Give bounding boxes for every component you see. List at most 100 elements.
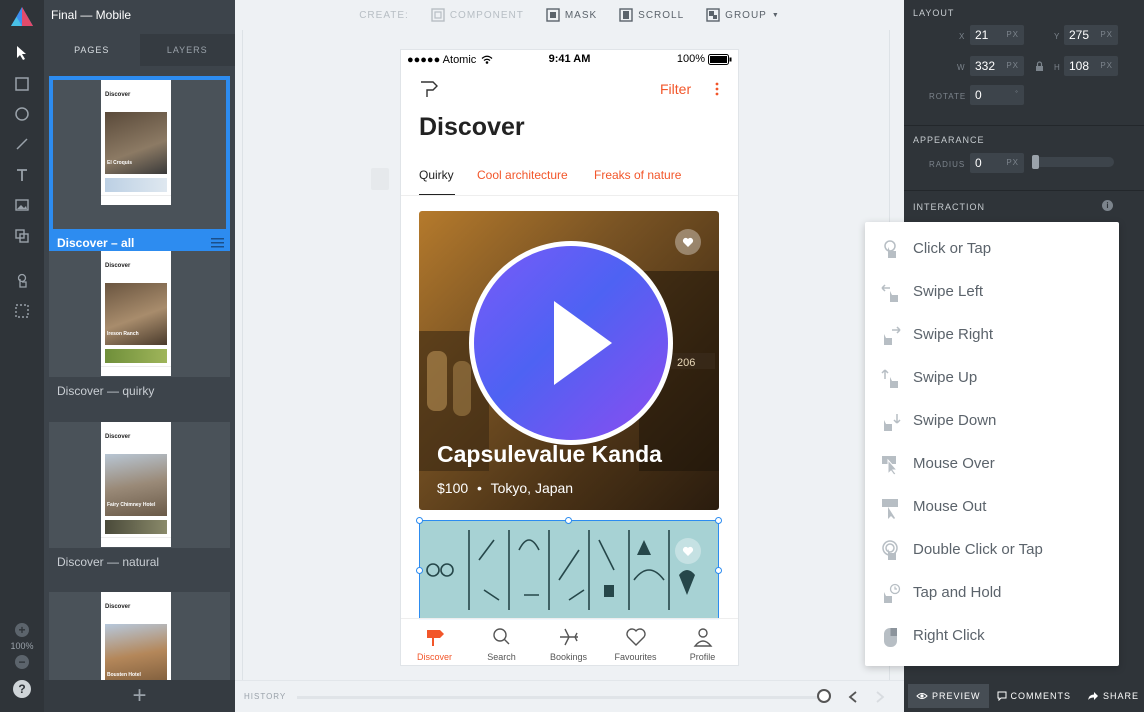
favourite-button[interactable] — [675, 229, 701, 255]
layout-section-title: LAYOUT — [913, 8, 955, 18]
component-button[interactable]: COMPONENT — [431, 8, 524, 22]
nav-favourites[interactable]: Favourites — [602, 619, 669, 665]
image-tool-icon[interactable] — [11, 194, 33, 216]
inspector-actions: PREVIEW COMMENTS SHARE — [904, 680, 1144, 712]
tab-freaks-of-nature[interactable]: Freaks of nature — [594, 168, 681, 182]
resize-handle[interactable] — [416, 517, 423, 524]
zoom-out-button[interactable]: − — [15, 655, 29, 669]
nav-discover[interactable]: Discover — [401, 619, 468, 665]
height-field[interactable]: 108 PX — [1064, 56, 1118, 76]
mask-button[interactable]: MASK — [546, 8, 597, 22]
history-knob[interactable] — [817, 689, 831, 703]
tool-sidebar: + 100% − ? — [0, 0, 44, 712]
nav-bookings[interactable]: Bookings — [535, 619, 602, 665]
listing-price: $100 — [437, 480, 469, 496]
history-label: HISTORY — [244, 692, 287, 701]
listing-name: Capsulevalue Kanda — [437, 441, 662, 467]
tap-hold-icon — [884, 583, 901, 603]
battery-icon — [708, 53, 732, 65]
nav-profile[interactable]: Profile — [669, 619, 736, 665]
tab-quirky[interactable]: Quirky — [419, 168, 454, 182]
interaction-mouse-over[interactable]: Mouse Over — [865, 442, 1119, 485]
radius-slider-knob[interactable] — [1032, 155, 1039, 169]
divider — [401, 195, 738, 196]
sign-number: 206 — [677, 357, 695, 369]
preview-button[interactable]: PREVIEW — [908, 684, 989, 708]
mouse-out-icon — [882, 499, 898, 519]
listing-location: Tokyo, Japan — [490, 480, 574, 496]
interaction-right-click[interactable]: Right Click — [865, 614, 1119, 657]
interaction-swipe-down[interactable]: Swipe Down — [865, 399, 1119, 442]
chevron-right-icon[interactable] — [875, 690, 885, 704]
filter-button[interactable]: Filter — [660, 81, 691, 97]
listing-meta: $100 • Tokyo, Japan — [437, 480, 574, 496]
page-item[interactable]: Discover El Croquis Discover – all — [49, 76, 230, 257]
hotspot-tool-icon[interactable] — [11, 300, 33, 322]
scroll-button[interactable]: SCROLL — [619, 8, 684, 22]
tab-cool-architecture[interactable]: Cool architecture — [477, 168, 568, 182]
x-field[interactable]: 21 PX — [970, 25, 1024, 45]
page-label: Discover — quirky — [57, 384, 155, 398]
airplane-icon — [560, 628, 578, 646]
interaction-click-or-tap[interactable]: Click or Tap — [865, 227, 1119, 270]
resize-handle[interactable] — [715, 567, 722, 574]
swipe-left-icon — [881, 284, 898, 302]
page-label: Discover – all — [57, 236, 135, 250]
interaction-double-click-or-tap[interactable]: Double Click or Tap — [865, 528, 1119, 571]
share-button[interactable]: SHARE — [1079, 684, 1144, 708]
component-tool-icon[interactable] — [11, 225, 33, 247]
nav-search[interactable]: Search — [468, 619, 535, 665]
lock-icon[interactable] — [1035, 61, 1044, 72]
interaction-tool-icon[interactable] — [11, 270, 33, 292]
create-label: CREATE: — [359, 9, 409, 21]
add-page-button[interactable]: + — [44, 680, 235, 712]
help-button[interactable]: ? — [13, 680, 31, 698]
pages-panel: Final — Mobile PAGES LAYERS Discover El … — [44, 0, 235, 712]
interaction-swipe-up[interactable]: Swipe Up — [865, 356, 1119, 399]
play-icon — [554, 301, 612, 385]
zoom-level: 100% — [10, 641, 34, 651]
app-logo-icon — [11, 7, 33, 26]
bottom-nav: Discover Search Bookings Favourites Prof… — [401, 618, 738, 665]
select-tool-icon[interactable] — [11, 42, 33, 64]
text-tool-icon[interactable] — [11, 164, 33, 186]
rotate-field[interactable]: 0 ˚ — [970, 85, 1024, 105]
selection-box[interactable] — [419, 520, 719, 620]
history-bar: HISTORY — [235, 680, 904, 712]
tab-layers[interactable]: LAYERS — [139, 34, 235, 66]
project-title: Final — Mobile — [51, 8, 132, 22]
menu-icon[interactable] — [211, 238, 224, 248]
tab-pages[interactable]: PAGES — [44, 34, 140, 66]
chevron-left-icon[interactable] — [848, 690, 858, 704]
line-tool-icon[interactable] — [11, 133, 33, 155]
eye-icon — [916, 693, 928, 699]
kebab-menu-icon[interactable] — [714, 82, 720, 96]
mask-icon — [546, 8, 560, 22]
play-button[interactable] — [469, 241, 673, 445]
rectangle-tool-icon[interactable] — [11, 73, 33, 95]
history-slider[interactable] — [297, 696, 817, 699]
radius-slider[interactable] — [1032, 157, 1114, 167]
interaction-tap-and-hold[interactable]: Tap and Hold — [865, 571, 1119, 614]
radius-field[interactable]: 0 PX — [970, 153, 1024, 173]
width-field[interactable]: 332 PX — [970, 56, 1024, 76]
group-button[interactable]: GROUP ▼ — [706, 8, 780, 22]
resize-handle[interactable] — [715, 517, 722, 524]
interaction-dropdown: Click or Tap Swipe Left Swipe Right Swip… — [865, 222, 1119, 666]
comments-button[interactable]: COMMENTS — [989, 684, 1080, 708]
swipe-down-icon — [884, 414, 901, 431]
page-item[interactable]: Discover Bousten Hotel — [49, 592, 230, 680]
info-icon[interactable]: i — [1102, 200, 1113, 211]
battery-percent: 100% — [676, 53, 705, 65]
ellipse-tool-icon[interactable] — [11, 103, 33, 125]
interaction-swipe-left[interactable]: Swipe Left — [865, 270, 1119, 313]
interaction-swipe-right[interactable]: Swipe Right — [865, 313, 1119, 356]
page-thumbnail: Discover Fairy Chimney Hotel — [49, 422, 230, 548]
zoom-in-button[interactable]: + — [15, 623, 29, 637]
page-item[interactable]: Discover Ireson Ranch Discover — quirky — [49, 251, 230, 405]
interaction-mouse-out[interactable]: Mouse Out — [865, 485, 1119, 528]
y-field[interactable]: 275 PX — [1064, 25, 1118, 45]
resize-handle[interactable] — [416, 567, 423, 574]
page-item[interactable]: Discover Fairy Chimney Hotel Discover — … — [49, 422, 230, 576]
resize-handle[interactable] — [565, 517, 572, 524]
